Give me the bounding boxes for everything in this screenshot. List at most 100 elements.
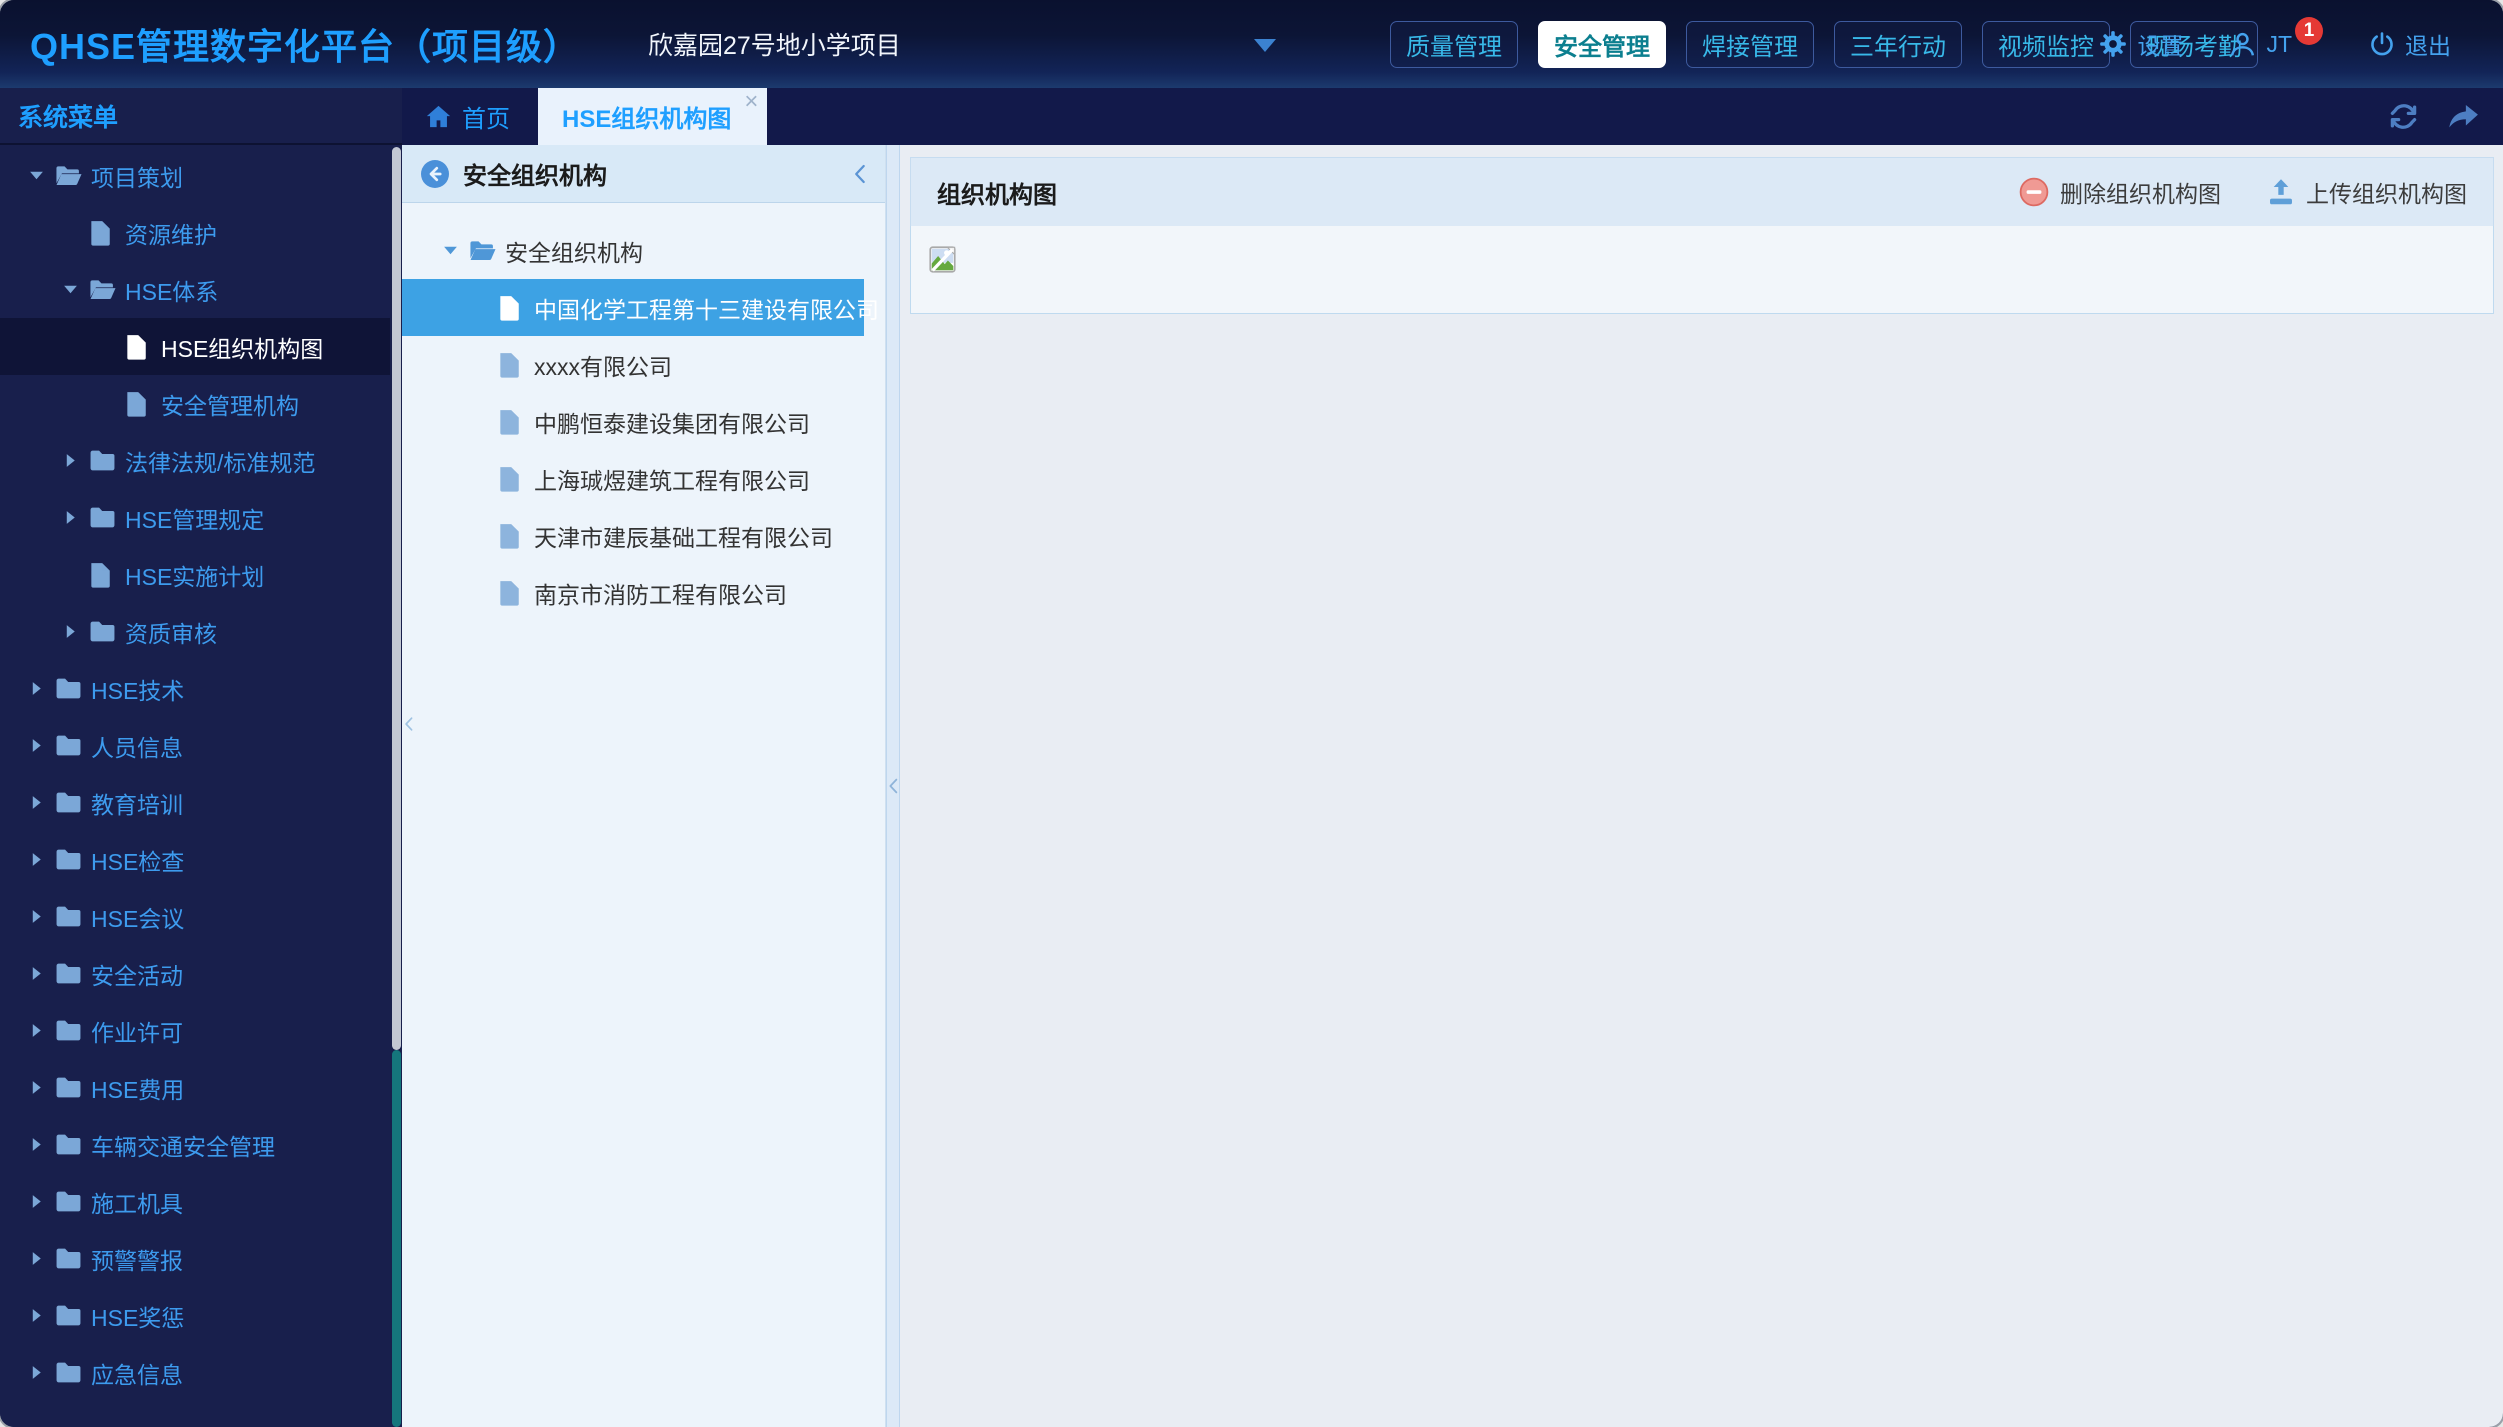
- logout-button[interactable]: 退出: [2405, 27, 2451, 61]
- sidebar-item[interactable]: 安全活动: [0, 945, 390, 1002]
- org-tree-root[interactable]: 安全组织机构: [402, 222, 885, 279]
- sidebar-item[interactable]: HSE管理规定: [0, 489, 390, 546]
- collapse-sidebar-icon[interactable]: [403, 715, 414, 733]
- sidebar-item[interactable]: 车辆交通安全管理: [0, 1116, 390, 1173]
- sidebar-item-label: HSE会议: [91, 905, 185, 932]
- sidebar-item[interactable]: HSE实施计划: [0, 546, 390, 603]
- collapse-panel-icon[interactable]: [852, 162, 867, 186]
- caret-icon: [62, 509, 89, 526]
- tab-bar: 首页 HSE组织机构图 ×: [402, 88, 2503, 145]
- org-item-label: 南京市消防工程有限公司: [534, 581, 787, 608]
- sidebar-item[interactable]: HSE组织机构图: [0, 318, 390, 375]
- delete-org-chart-button[interactable]: 删除组织机构图: [2019, 175, 2221, 209]
- folder-icon: [55, 1361, 91, 1384]
- folder-icon: [55, 1304, 91, 1327]
- gear-icon[interactable]: [2099, 30, 2127, 58]
- caret-icon: [28, 1136, 55, 1153]
- caret-icon: [28, 167, 55, 184]
- sidebar-item[interactable]: HSE检查: [0, 831, 390, 888]
- sidebar-item[interactable]: 法律法规/标准规范: [0, 432, 390, 489]
- folder-icon: [55, 791, 91, 814]
- header-nav-button[interactable]: 焊接管理: [1686, 20, 1814, 68]
- sidebar-item[interactable]: 施工机具: [0, 1173, 390, 1230]
- org-tree-item[interactable]: 中国化学工程第十三建设有限公司: [402, 279, 879, 336]
- file-icon: [89, 562, 125, 588]
- folder-icon: [55, 962, 91, 985]
- sidebar-item[interactable]: 作业许可: [0, 1002, 390, 1059]
- forward-arrow-icon[interactable]: [2448, 104, 2479, 130]
- folder-icon: [89, 506, 125, 529]
- folder-icon: [55, 1019, 91, 1042]
- org-panel-header: 安全组织机构: [402, 145, 885, 203]
- main-panel: 组织机构图 删除组织机构图 上传组织机构图: [900, 145, 2503, 1427]
- sidebar-item[interactable]: HSE费用: [0, 1059, 390, 1116]
- org-root-label: 安全组织机构: [505, 239, 643, 266]
- app-header: QHSE管理数字化平台（项目级） 欣嘉园27号地小学项目 质量管理 安全管理 焊接管…: [0, 0, 2503, 88]
- sidebar-item[interactable]: 项目策划: [0, 147, 390, 204]
- tab-hse-org-chart[interactable]: HSE组织机构图 ×: [538, 88, 768, 145]
- org-tree-item[interactable]: 上海珹煜建筑工程有限公司: [402, 450, 864, 507]
- org-item-label: 上海珹煜建筑工程有限公司: [534, 467, 810, 494]
- sidebar-item-label: 法律法规/标准规范: [125, 449, 316, 476]
- file-icon: [125, 334, 161, 360]
- sidebar-item[interactable]: 资源维护: [0, 204, 390, 261]
- sidebar-item[interactable]: HSE体系: [0, 261, 390, 318]
- sidebar-item[interactable]: 预警警报: [0, 1230, 390, 1287]
- org-tree: 安全组织机构中国化学工程第十三建设有限公司 xxxx有限公司中鹏恒泰建设集团有限公…: [402, 203, 885, 621]
- sidebar-item[interactable]: 安全管理机构: [0, 375, 390, 432]
- broken-image-icon: [929, 246, 956, 273]
- header-user-area: 设置 JT 1 退出: [2099, 0, 2451, 88]
- org-item-label: 中国化学工程第十三建设有限公司: [534, 296, 879, 323]
- header-nav-button[interactable]: 三年行动: [1834, 20, 1962, 68]
- notification-badge[interactable]: 1: [2295, 17, 2323, 45]
- sidebar-item-label: 施工机具: [91, 1190, 183, 1217]
- settings-button[interactable]: 设置: [2137, 27, 2183, 61]
- file-icon: [498, 409, 534, 435]
- sidebar-item-label: 应急信息: [91, 1361, 183, 1388]
- refresh-icon[interactable]: [2389, 102, 2418, 131]
- folder-icon: [55, 677, 91, 700]
- sidebar-item[interactable]: HSE会议: [0, 888, 390, 945]
- power-icon[interactable]: [2369, 31, 2395, 57]
- sidebar-item-label: 教育培训: [91, 791, 183, 818]
- org-item-label: 中鹏恒泰建设集团有限公司: [534, 410, 810, 437]
- sidebar-item-label: 资源维护: [125, 221, 217, 248]
- sidebar-scrollbar-track: [392, 1050, 401, 1427]
- sidebar-item-label: HSE实施计划: [125, 563, 265, 590]
- sidebar-item[interactable]: 教育培训: [0, 774, 390, 831]
- tab-home[interactable]: 首页: [402, 88, 538, 145]
- project-selector[interactable]: 欣嘉园27号地小学项目: [648, 0, 901, 88]
- upload-org-chart-button[interactable]: 上传组织机构图: [2267, 175, 2467, 209]
- sidebar-item[interactable]: HSE技术: [0, 660, 390, 717]
- file-icon: [498, 580, 534, 606]
- tab-home-label: 首页: [462, 106, 510, 133]
- sidebar-item-label: HSE奖惩: [91, 1304, 185, 1331]
- org-panel-title: 安全组织机构: [463, 163, 607, 190]
- sidebar-item[interactable]: 人员信息: [0, 717, 390, 774]
- header-nav-button[interactable]: 质量管理: [1390, 20, 1518, 68]
- sidebar-item-label: 预警警报: [91, 1247, 183, 1274]
- project-dropdown-caret-icon[interactable]: [1254, 39, 1276, 52]
- user-name[interactable]: JT: [2266, 31, 2292, 58]
- back-circle-icon[interactable]: [420, 159, 450, 189]
- sidebar-scrollbar-thumb[interactable]: [392, 147, 401, 1050]
- panel-splitter[interactable]: [886, 145, 900, 1427]
- folder-icon: [55, 1133, 91, 1156]
- org-tree-item[interactable]: 天津市建辰基础工程有限公司: [402, 507, 864, 564]
- sidebar-item-label: HSE技术: [91, 677, 185, 704]
- caret-icon: [62, 623, 89, 640]
- sidebar-item-label: 资质审核: [125, 620, 217, 647]
- tab-bar-actions: [2389, 88, 2479, 145]
- sidebar-item[interactable]: 应急信息: [0, 1344, 390, 1401]
- sidebar-item[interactable]: HSE奖惩: [0, 1287, 390, 1344]
- user-icon[interactable]: [2229, 31, 2256, 58]
- header-nav-button[interactable]: 安全管理: [1538, 20, 1666, 68]
- tab-label: HSE组织机构图: [562, 106, 732, 133]
- header-nav-button[interactable]: 视频监控: [1982, 20, 2110, 68]
- org-tree-item[interactable]: 南京市消防工程有限公司: [402, 564, 864, 621]
- tab-close-icon[interactable]: ×: [744, 90, 758, 114]
- org-tree-item[interactable]: 中鹏恒泰建设集团有限公司: [402, 393, 864, 450]
- sidebar-item[interactable]: 资质审核: [0, 603, 390, 660]
- caret-icon: [28, 1364, 55, 1381]
- org-tree-item[interactable]: xxxx有限公司: [402, 336, 864, 393]
